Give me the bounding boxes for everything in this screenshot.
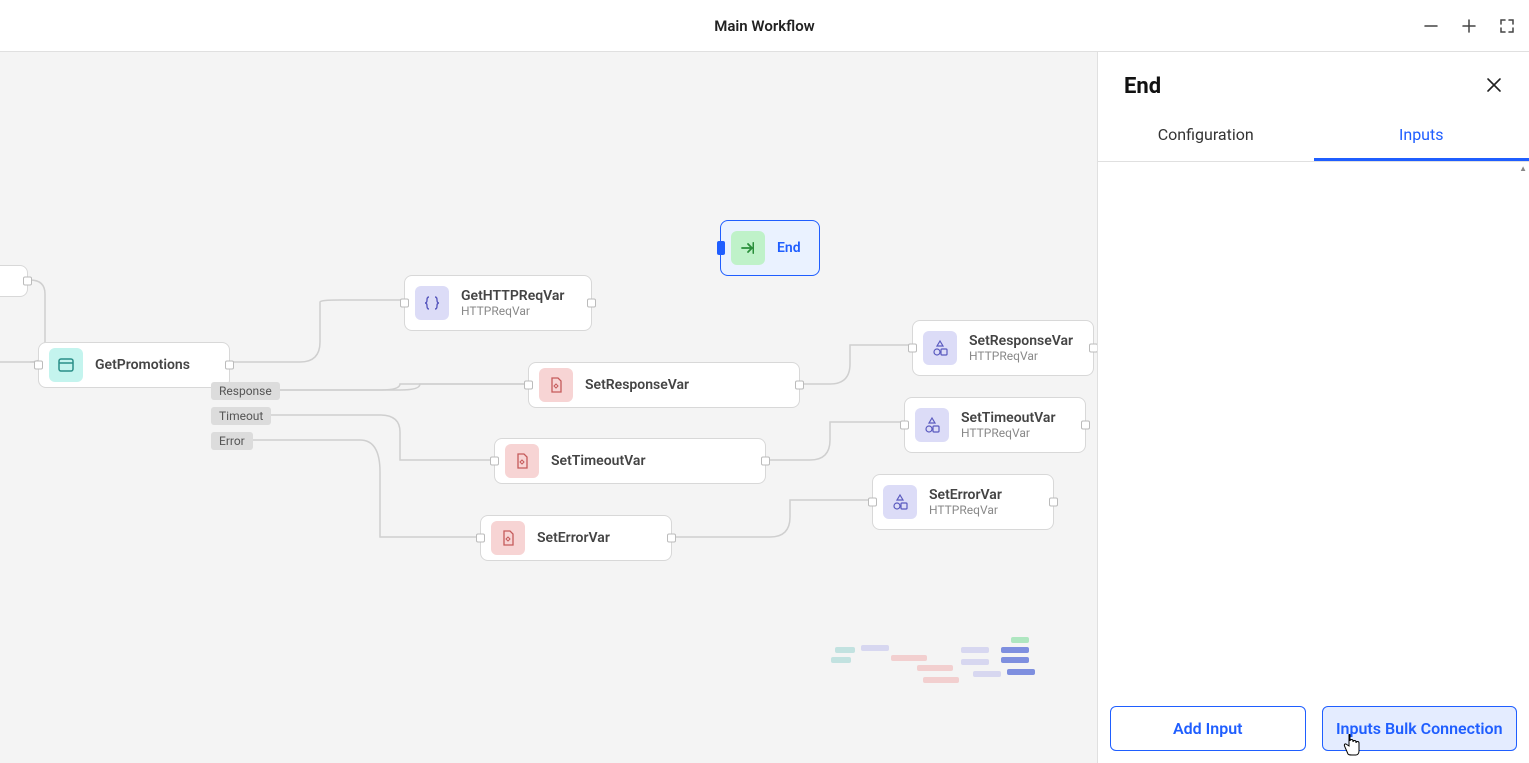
port-in[interactable] — [34, 361, 43, 370]
node-title: End — [777, 240, 801, 256]
node-title: SetErrorVar — [929, 487, 1002, 503]
tab-inputs[interactable]: Inputs — [1314, 109, 1529, 161]
fullscreen-icon — [1499, 18, 1515, 34]
add-input-button[interactable]: Add Input — [1110, 706, 1306, 751]
workflow-canvas[interactable]: End GetPromotions Response Timeout Error — [0, 52, 1097, 763]
node-end[interactable]: End — [720, 220, 820, 276]
side-panel-header: End — [1098, 52, 1529, 109]
side-panel-footer: Add Input Inputs Bulk Connection — [1098, 694, 1529, 763]
node-title: GetPromotions — [95, 357, 190, 373]
port-out[interactable] — [667, 534, 676, 543]
node-sub: HTTPReqVar — [461, 304, 564, 318]
close-button[interactable] — [1485, 76, 1503, 98]
node-title: SetTimeoutVar — [961, 410, 1056, 426]
node-title: SetResponseVar — [585, 377, 689, 393]
node-set-error-var[interactable]: SetErrorVar — [480, 515, 672, 561]
port-in[interactable] — [908, 344, 917, 353]
shapes-icon — [883, 485, 917, 519]
fullscreen-button[interactable] — [1497, 16, 1517, 36]
bulk-connection-button[interactable]: Inputs Bulk Connection — [1322, 706, 1518, 751]
scroll-up-arrow[interactable]: ▲ — [1519, 164, 1527, 173]
port-in[interactable] — [400, 299, 409, 308]
node-title: GetHTTPReqVar — [461, 288, 564, 304]
output-label-timeout[interactable]: Timeout — [211, 407, 271, 425]
node-set-timeout-var[interactable]: SetTimeoutVar — [494, 438, 766, 484]
port-out[interactable] — [587, 299, 596, 308]
port-out[interactable] — [795, 381, 804, 390]
port-out[interactable] — [1049, 498, 1058, 507]
node-set-timeout-var-2[interactable]: SetTimeoutVar HTTPReqVar — [904, 397, 1086, 453]
browser-icon — [49, 348, 83, 382]
output-label-error[interactable]: Error — [211, 432, 253, 450]
plus-icon — [1461, 18, 1477, 34]
port-in[interactable] — [490, 457, 499, 466]
shapes-icon — [923, 331, 957, 365]
side-panel-body: ▲ — [1098, 162, 1529, 694]
port-in[interactable] — [717, 241, 725, 255]
node-set-error-var-2[interactable]: SetErrorVar HTTPReqVar — [872, 474, 1054, 530]
port-in[interactable] — [476, 534, 485, 543]
node-sub: HTTPReqVar — [969, 349, 1073, 363]
workflow-title: Main Workflow — [714, 17, 815, 35]
port-out[interactable] — [225, 361, 234, 370]
node-title: SetTimeoutVar — [551, 453, 646, 469]
set-file-icon — [505, 444, 539, 478]
set-file-icon — [491, 521, 525, 555]
set-file-icon — [539, 368, 573, 402]
node-set-response-var-2[interactable]: SetResponseVar HTTPReqVar — [912, 320, 1094, 376]
node-sub: HTTPReqVar — [929, 503, 1002, 517]
tab-configuration[interactable]: Configuration — [1098, 109, 1314, 161]
shapes-icon — [915, 408, 949, 442]
node-title: SetErrorVar — [537, 530, 610, 546]
port-in[interactable] — [868, 498, 877, 507]
port-out[interactable] — [1089, 344, 1097, 353]
node-get-promotions[interactable]: GetPromotions — [38, 342, 230, 388]
port-in[interactable] — [900, 421, 909, 430]
port-out[interactable] — [1081, 421, 1090, 430]
add-button[interactable] — [1459, 16, 1479, 36]
minus-icon — [1423, 18, 1439, 34]
side-panel-tabs: Configuration Inputs — [1098, 109, 1529, 162]
side-panel-title: End — [1124, 74, 1161, 99]
node-sub: HTTPReqVar — [961, 426, 1056, 440]
output-label-response[interactable]: Response — [211, 382, 280, 400]
minimap[interactable] — [831, 637, 1081, 747]
port-out[interactable] — [23, 277, 32, 286]
minimize-button[interactable] — [1421, 16, 1441, 36]
side-panel: End Configuration Inputs ▲ Add Input Inp… — [1097, 52, 1529, 763]
header-controls — [1421, 0, 1517, 51]
end-icon — [731, 231, 765, 265]
port-out[interactable] — [761, 457, 770, 466]
main-area: End GetPromotions Response Timeout Error — [0, 52, 1529, 763]
node-title: SetResponseVar — [969, 333, 1073, 349]
app-header: Main Workflow — [0, 0, 1529, 52]
close-icon — [1485, 76, 1503, 94]
node-set-response-var[interactable]: SetResponseVar — [528, 362, 800, 408]
node-get-http-req-var[interactable]: GetHTTPReqVar HTTPReqVar — [404, 275, 592, 331]
node-preceding-partial[interactable] — [0, 265, 28, 297]
object-icon — [415, 286, 449, 320]
port-in[interactable] — [524, 381, 533, 390]
